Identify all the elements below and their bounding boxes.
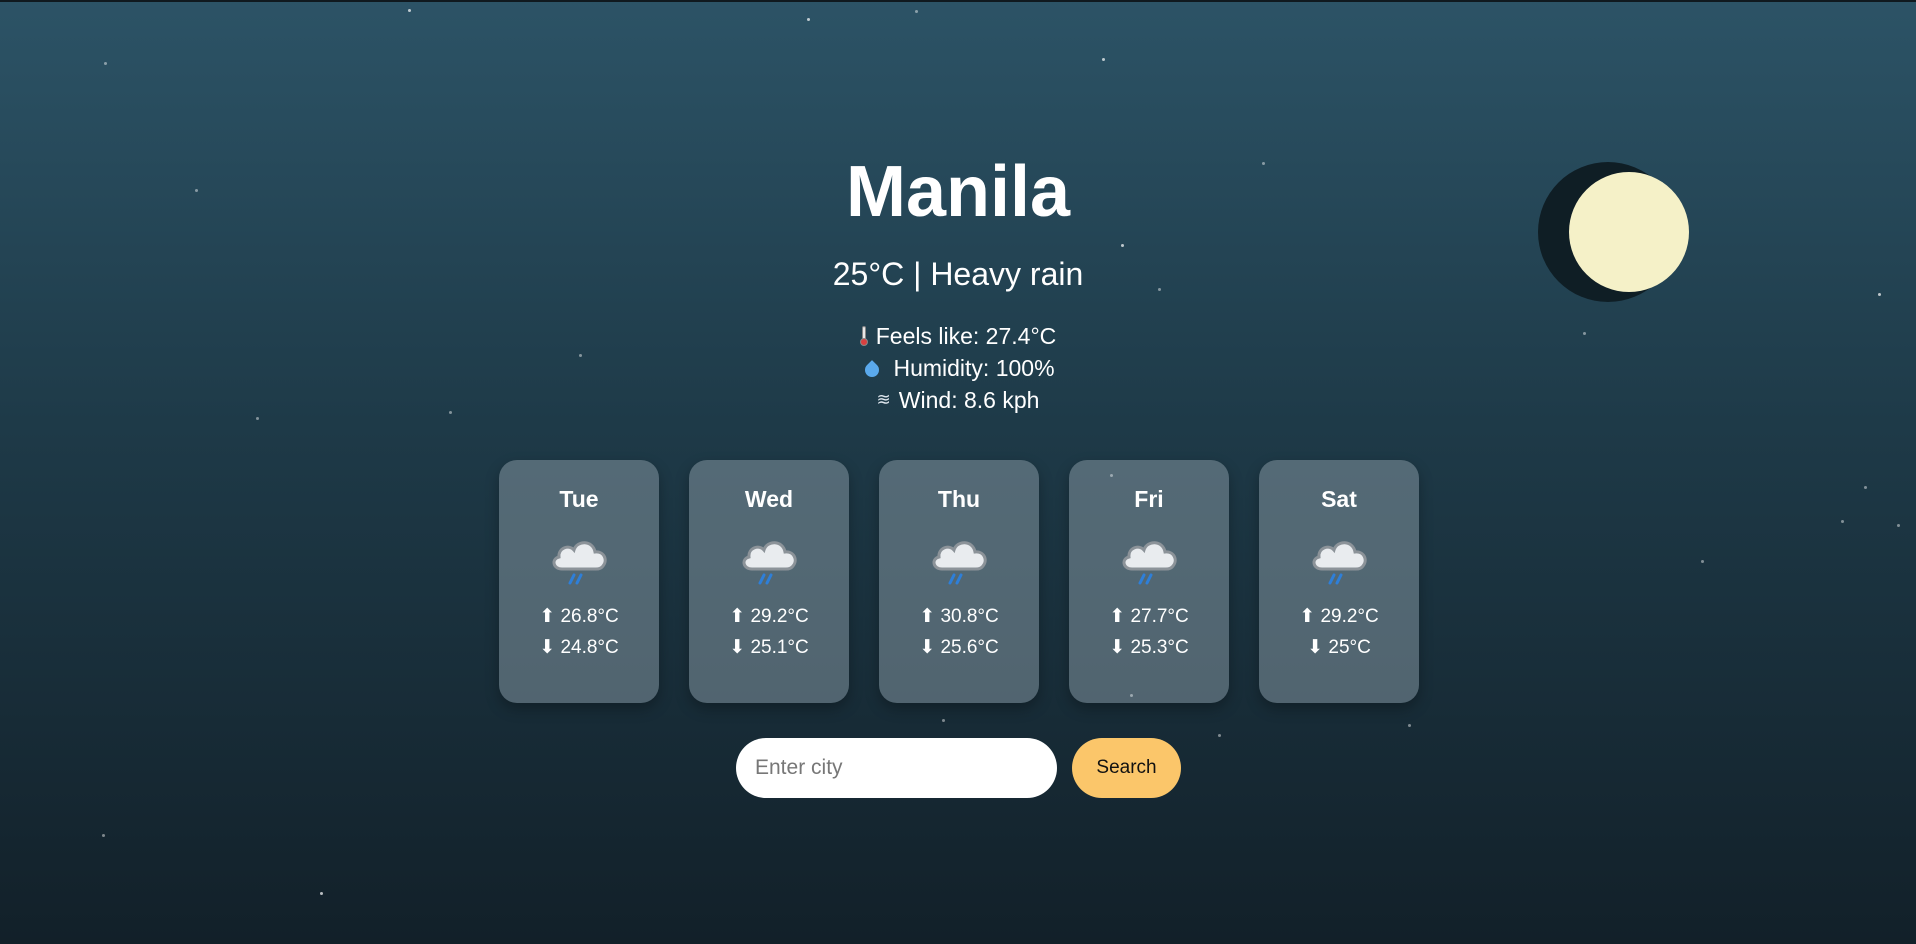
forecast-day: Tue <box>559 486 599 512</box>
forecast-list: Tue ⬆ 26.8°C ⬇ 24.8°C Wed ⬆ 29.2°C ⬇ 25.… <box>499 460 1419 703</box>
feels-like-row: Feels like: 27.4°C <box>0 320 1916 352</box>
forecast-high: ⬆ 30.8°C <box>919 606 999 627</box>
forecast-high: ⬆ 26.8°C <box>539 606 619 627</box>
humidity-row: Humidity: 100% <box>0 352 1916 384</box>
rain-cloud-icon <box>552 541 607 585</box>
star <box>104 62 107 65</box>
star <box>942 719 945 722</box>
star <box>915 10 918 13</box>
search-button[interactable]: Search <box>1072 738 1181 798</box>
wind-icon: ≋ <box>876 390 891 410</box>
forecast-day: Thu <box>937 486 981 512</box>
droplet-icon <box>862 360 883 380</box>
rain-cloud-icon <box>1312 541 1367 585</box>
wind-text: Wind: 8.6 kph <box>898 387 1040 413</box>
forecast-card-sat: Sat ⬆ 29.2°C ⬇ 25°C <box>1259 460 1419 703</box>
star <box>1121 244 1124 247</box>
forecast-card-tue: Tue ⬆ 26.8°C ⬇ 24.8°C <box>499 460 659 703</box>
star <box>1701 560 1704 563</box>
wind-row: ≋ Wind: 8.6 kph <box>0 384 1916 416</box>
city-name: Manila <box>845 152 1071 232</box>
star <box>1218 734 1221 737</box>
rain-cloud-icon <box>1122 541 1177 585</box>
forecast-day: Wed <box>744 486 794 512</box>
forecast-low: ⬇ 25.3°C <box>1109 637 1189 658</box>
star <box>1841 520 1844 523</box>
forecast-day: Sat <box>1321 486 1357 512</box>
star <box>807 18 810 21</box>
current-summary: 25°C | Heavy rain <box>832 256 1084 292</box>
rain-cloud-icon <box>742 541 797 585</box>
forecast-low: ⬇ 25.1°C <box>729 637 809 658</box>
humidity-text: Humidity: 100% <box>893 355 1055 381</box>
star <box>1897 524 1900 527</box>
star <box>1408 724 1411 727</box>
star <box>1102 58 1105 61</box>
forecast-high: ⬆ 27.7°C <box>1109 606 1189 627</box>
forecast-high: ⬆ 29.2°C <box>729 606 809 627</box>
forecast-card-fri: Fri ⬆ 27.7°C ⬇ 25.3°C <box>1069 460 1229 703</box>
forecast-low: ⬇ 24.8°C <box>539 637 619 658</box>
star <box>408 9 411 12</box>
forecast-card-wed: Wed ⬆ 29.2°C ⬇ 25.1°C <box>689 460 849 703</box>
star <box>102 834 105 837</box>
star <box>256 417 259 420</box>
feels-like-text: Feels like: 27.4°C <box>875 323 1057 349</box>
current-details: Feels like: 27.4°C Humidity: 100% ≋ Wind… <box>0 320 1916 416</box>
city-search-input[interactable] <box>736 738 1057 798</box>
thermometer-icon <box>859 326 868 346</box>
forecast-low: ⬇ 25.6°C <box>919 637 999 658</box>
forecast-low: ⬇ 25°C <box>1307 637 1371 658</box>
forecast-card-thu: Thu ⬆ 30.8°C ⬇ 25.6°C <box>879 460 1039 703</box>
star <box>320 892 323 895</box>
forecast-day: Fri <box>1134 486 1164 512</box>
star <box>1864 486 1867 489</box>
rain-cloud-icon <box>932 541 987 585</box>
forecast-high: ⬆ 29.2°C <box>1299 606 1379 627</box>
